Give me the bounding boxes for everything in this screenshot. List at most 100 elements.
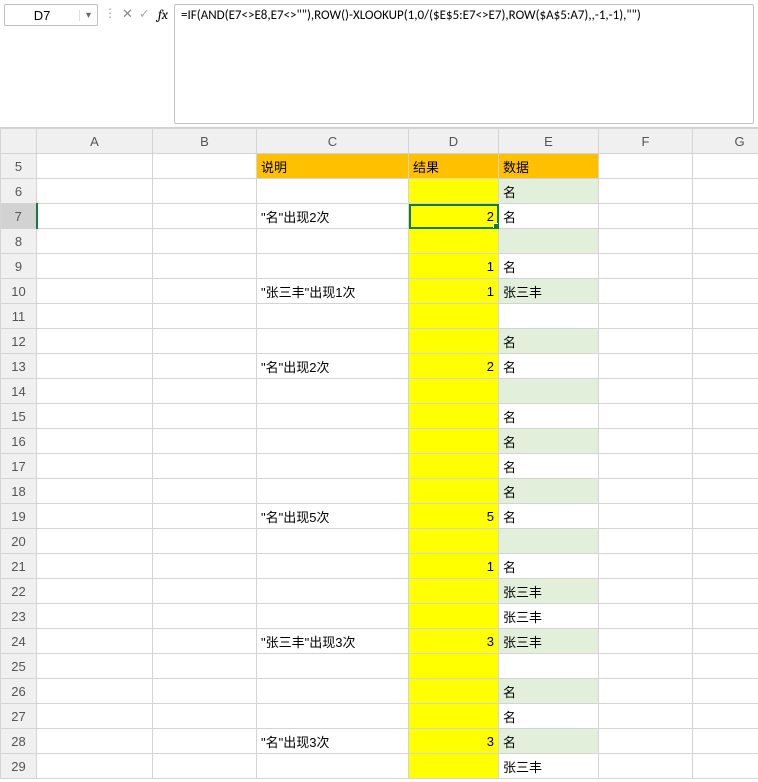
cell-A13[interactable]	[37, 354, 153, 379]
cell-B17[interactable]	[153, 454, 257, 479]
row-header[interactable]: 25	[1, 654, 37, 679]
cell-A10[interactable]	[37, 279, 153, 304]
cell-B25[interactable]	[153, 654, 257, 679]
col-header-G[interactable]: G	[693, 129, 758, 154]
cell-F5[interactable]	[599, 154, 693, 179]
row-header[interactable]: 5	[1, 154, 37, 179]
cell-F19[interactable]	[599, 504, 693, 529]
cell-C6[interactable]	[257, 179, 409, 204]
cell-B28[interactable]	[153, 729, 257, 754]
cell-D9[interactable]: 1	[409, 254, 499, 279]
cell-B5[interactable]	[153, 154, 257, 179]
row-header[interactable]: 8	[1, 229, 37, 254]
cell-C25[interactable]	[257, 654, 409, 679]
cell-A14[interactable]	[37, 379, 153, 404]
cell-E10[interactable]: 张三丰	[499, 279, 599, 304]
cell-D6[interactable]	[409, 179, 499, 204]
cell-C19[interactable]: "名"出现5次	[257, 504, 409, 529]
cell-F8[interactable]	[599, 229, 693, 254]
cell-A7[interactable]	[37, 204, 153, 229]
row-header[interactable]: 21	[1, 554, 37, 579]
cell-G13[interactable]	[693, 354, 758, 379]
cell-C11[interactable]	[257, 304, 409, 329]
cell-G8[interactable]	[693, 229, 758, 254]
cell-C28[interactable]: "名"出现3次	[257, 729, 409, 754]
cell-C23[interactable]	[257, 604, 409, 629]
spreadsheet-grid[interactable]: A B C D E F G 5说明结果数据6名7"名"出现2次2名891名10"…	[0, 128, 758, 779]
cell-E13[interactable]: 名	[499, 354, 599, 379]
cell-C15[interactable]	[257, 404, 409, 429]
cell-E19[interactable]: 名	[499, 504, 599, 529]
cell-D13[interactable]: 2	[409, 354, 499, 379]
col-header-E[interactable]: E	[499, 129, 599, 154]
cell-C8[interactable]	[257, 229, 409, 254]
cell-A23[interactable]	[37, 604, 153, 629]
cell-E8[interactable]	[499, 229, 599, 254]
row-header[interactable]: 20	[1, 529, 37, 554]
chevron-down-icon[interactable]: ▾	[79, 10, 97, 21]
row-header[interactable]: 28	[1, 729, 37, 754]
cell-F9[interactable]	[599, 254, 693, 279]
name-box[interactable]: ▾	[4, 4, 98, 26]
cell-G28[interactable]	[693, 729, 758, 754]
cell-E15[interactable]: 名	[499, 404, 599, 429]
cell-D8[interactable]	[409, 229, 499, 254]
col-header-D[interactable]: D	[409, 129, 499, 154]
cell-C7[interactable]: "名"出现2次	[257, 204, 409, 229]
row-header[interactable]: 9	[1, 254, 37, 279]
row-header[interactable]: 19	[1, 504, 37, 529]
cell-A28[interactable]	[37, 729, 153, 754]
cell-B8[interactable]	[153, 229, 257, 254]
cell-C13[interactable]: "名"出现2次	[257, 354, 409, 379]
cell-G25[interactable]	[693, 654, 758, 679]
cell-E14[interactable]	[499, 379, 599, 404]
cell-G23[interactable]	[693, 604, 758, 629]
row-header[interactable]: 26	[1, 679, 37, 704]
cell-C22[interactable]	[257, 579, 409, 604]
cell-G20[interactable]	[693, 529, 758, 554]
cell-B29[interactable]	[153, 754, 257, 779]
cell-C27[interactable]	[257, 704, 409, 729]
col-header-A[interactable]: A	[37, 129, 153, 154]
cell-F13[interactable]	[599, 354, 693, 379]
cell-B10[interactable]	[153, 279, 257, 304]
cell-F28[interactable]	[599, 729, 693, 754]
cell-A24[interactable]	[37, 629, 153, 654]
cell-D21[interactable]: 1	[409, 554, 499, 579]
cell-G9[interactable]	[693, 254, 758, 279]
cell-A20[interactable]	[37, 529, 153, 554]
cell-F18[interactable]	[599, 479, 693, 504]
cell-F15[interactable]	[599, 404, 693, 429]
cell-B13[interactable]	[153, 354, 257, 379]
cell-A26[interactable]	[37, 679, 153, 704]
cell-E16[interactable]: 名	[499, 429, 599, 454]
cell-B6[interactable]	[153, 179, 257, 204]
cell-C9[interactable]	[257, 254, 409, 279]
formula-input[interactable]	[175, 5, 753, 26]
cell-D23[interactable]	[409, 604, 499, 629]
cell-F6[interactable]	[599, 179, 693, 204]
cell-D11[interactable]	[409, 304, 499, 329]
cell-D27[interactable]	[409, 704, 499, 729]
cell-C5[interactable]: 说明	[257, 154, 409, 179]
cell-G21[interactable]	[693, 554, 758, 579]
cell-D7[interactable]: 2	[409, 204, 499, 229]
cell-G18[interactable]	[693, 479, 758, 504]
row-header[interactable]: 14	[1, 379, 37, 404]
row-header[interactable]: 29	[1, 754, 37, 779]
cell-D29[interactable]	[409, 754, 499, 779]
cell-F10[interactable]	[599, 279, 693, 304]
row-header[interactable]: 18	[1, 479, 37, 504]
cell-F29[interactable]	[599, 754, 693, 779]
cell-D16[interactable]	[409, 429, 499, 454]
cell-G11[interactable]	[693, 304, 758, 329]
cell-C20[interactable]	[257, 529, 409, 554]
cell-D24[interactable]: 3	[409, 629, 499, 654]
cell-F12[interactable]	[599, 329, 693, 354]
cell-E18[interactable]: 名	[499, 479, 599, 504]
cell-B27[interactable]	[153, 704, 257, 729]
cell-B19[interactable]	[153, 504, 257, 529]
cell-E27[interactable]: 名	[499, 704, 599, 729]
cell-G16[interactable]	[693, 429, 758, 454]
cell-D19[interactable]: 5	[409, 504, 499, 529]
